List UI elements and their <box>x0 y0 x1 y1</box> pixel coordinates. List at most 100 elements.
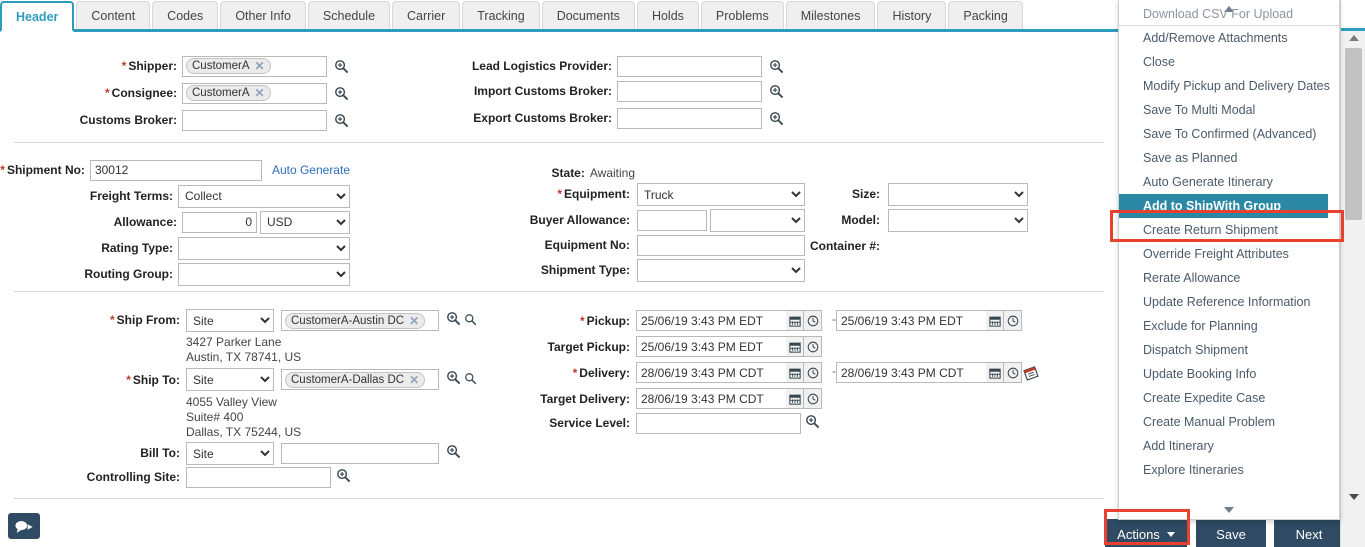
calendar-icon[interactable] <box>786 362 804 383</box>
menu-item-create-expedite-case[interactable]: Create Expedite Case <box>1119 386 1339 410</box>
allowance-currency-select[interactable]: USD <box>260 211 350 234</box>
buyer-allowance-input[interactable] <box>637 210 707 231</box>
allowance-input[interactable] <box>182 212 257 233</box>
menu-item-rerate-allowance[interactable]: Rerate Allowance <box>1119 266 1339 290</box>
shipper-input[interactable]: CustomerA✕ <box>182 56 327 77</box>
shipment-no-input[interactable] <box>90 160 262 181</box>
routing-group-select[interactable] <box>178 263 350 286</box>
export-customs-broker-search-icon[interactable] <box>768 110 785 127</box>
menu-item-auto-generate-itinerary[interactable]: Auto Generate Itinerary <box>1119 170 1339 194</box>
calendar-icon[interactable] <box>786 336 804 357</box>
size-select[interactable] <box>888 183 1028 206</box>
clock-icon[interactable] <box>1004 362 1022 383</box>
menu-item-create-manual-problem[interactable]: Create Manual Problem <box>1119 410 1339 434</box>
menu-item-add-to-shipwith-group[interactable]: Add to ShipWith Group <box>1119 194 1328 218</box>
menu-scroll-down-button[interactable] <box>1119 503 1339 517</box>
ship-from-input[interactable]: CustomerA-Austin DC✕ <box>281 310 439 331</box>
remove-token-icon[interactable]: ✕ <box>255 60 265 72</box>
delivery-to-input[interactable] <box>836 362 986 383</box>
equipment-no-input[interactable] <box>637 235 805 256</box>
pickup-to-input[interactable] <box>836 310 986 331</box>
menu-item-update-booking-info[interactable]: Update Booking Info <box>1119 362 1339 386</box>
menu-item-override-freight-attributes[interactable]: Override Freight Attributes <box>1119 242 1339 266</box>
date-note-icon[interactable] <box>1022 364 1040 382</box>
clock-icon[interactable] <box>804 336 822 357</box>
tab-header[interactable]: Header <box>0 1 74 32</box>
menu-item-save-to-multi-modal[interactable]: Save To Multi Modal <box>1119 98 1339 122</box>
clock-icon[interactable] <box>1004 310 1022 331</box>
rating-type-select[interactable] <box>178 237 350 260</box>
actions-button[interactable]: Actions <box>1105 519 1187 547</box>
equipment-select[interactable]: Truck <box>637 183 805 206</box>
tab-packing[interactable]: Packing <box>948 1 1022 29</box>
import-customs-broker-search-icon[interactable] <box>768 83 785 100</box>
calendar-icon[interactable] <box>986 310 1004 331</box>
delivery-from-input[interactable] <box>636 362 786 383</box>
customs-broker-search-icon[interactable] <box>333 112 350 129</box>
target-delivery-input[interactable] <box>636 388 786 409</box>
menu-item-add-itinerary[interactable]: Add Itinerary <box>1119 434 1339 458</box>
tab-codes[interactable]: Codes <box>152 1 218 29</box>
lead-logistics-provider-search-icon[interactable] <box>768 58 785 75</box>
remove-token-icon[interactable]: ✕ <box>409 315 419 327</box>
customs-broker-input[interactable] <box>182 110 327 131</box>
menu-item-create-return-shipment[interactable]: Create Return Shipment <box>1119 218 1339 242</box>
ship-to-token[interactable]: CustomerA-Dallas DC✕ <box>285 372 425 388</box>
tab-problems[interactable]: Problems <box>701 1 784 29</box>
shipper-search-icon[interactable] <box>333 58 350 75</box>
target-pickup-input[interactable] <box>636 336 786 357</box>
import-customs-broker-input[interactable] <box>617 81 762 102</box>
tab-milestones[interactable]: Milestones <box>786 1 876 29</box>
auto-generate-link[interactable]: Auto Generate <box>272 163 350 177</box>
remove-token-icon[interactable]: ✕ <box>255 87 265 99</box>
ship-to-type-select[interactable]: Site <box>186 368 274 391</box>
menu-item-download-csv-for-upload[interactable]: Download CSV For Upload <box>1119 2 1339 26</box>
menu-item-add-remove-attachments[interactable]: Add/Remove Attachments <box>1119 26 1339 50</box>
tab-tracking[interactable]: Tracking <box>462 1 539 29</box>
calendar-icon[interactable] <box>986 362 1004 383</box>
pickup-from-input[interactable] <box>636 310 786 331</box>
tab-other-info[interactable]: Other Info <box>220 1 306 29</box>
scrollbar-thumb[interactable] <box>1345 48 1362 220</box>
consignee-search-icon[interactable] <box>333 85 350 102</box>
ship-from-type-select[interactable]: Site <box>186 309 274 332</box>
shipper-token[interactable]: CustomerA✕ <box>186 58 271 74</box>
bill-to-type-select[interactable]: Site <box>186 442 274 465</box>
controlling-site-search-icon[interactable] <box>335 467 352 484</box>
calendar-icon[interactable] <box>786 310 804 331</box>
consignee-token[interactable]: CustomerA✕ <box>186 85 271 101</box>
bill-to-search-icon[interactable] <box>445 443 462 460</box>
comments-button[interactable] <box>8 513 40 539</box>
menu-item-explore-itineraries[interactable]: Explore Itineraries <box>1119 458 1339 482</box>
menu-item-modify-pickup-and-delivery-dates[interactable]: Modify Pickup and Delivery Dates <box>1119 74 1339 98</box>
freight-terms-select[interactable]: Collect <box>178 185 350 208</box>
tab-content[interactable]: Content <box>76 1 150 29</box>
shipment-type-select[interactable] <box>637 259 805 282</box>
scrollbar-down-arrow[interactable] <box>1341 487 1365 507</box>
export-customs-broker-input[interactable] <box>617 108 762 129</box>
clock-icon[interactable] <box>804 310 822 331</box>
remove-token-icon[interactable]: ✕ <box>409 374 419 386</box>
service-level-search-icon[interactable] <box>804 413 821 430</box>
clock-icon[interactable] <box>804 362 822 383</box>
menu-item-close[interactable]: Close <box>1119 50 1339 74</box>
ship-to-input[interactable]: CustomerA-Dallas DC✕ <box>281 369 439 390</box>
ship-from-token[interactable]: CustomerA-Austin DC✕ <box>285 313 425 329</box>
menu-item-save-as-planned[interactable]: Save as Planned <box>1119 146 1339 170</box>
scrollbar-up-arrow[interactable] <box>1341 28 1365 48</box>
save-button[interactable]: Save <box>1196 519 1266 547</box>
clock-icon[interactable] <box>804 388 822 409</box>
tab-documents[interactable]: Documents <box>542 1 635 29</box>
bill-to-input[interactable] <box>281 443 439 464</box>
menu-item-save-to-confirmed-advanced[interactable]: Save To Confirmed (Advanced) <box>1119 122 1339 146</box>
next-button[interactable]: Next <box>1274 519 1344 547</box>
controlling-site-input[interactable] <box>186 467 331 488</box>
consignee-input[interactable]: CustomerA✕ <box>182 83 327 104</box>
tab-carrier[interactable]: Carrier <box>392 1 460 29</box>
menu-item-dispatch-shipment[interactable]: Dispatch Shipment <box>1119 338 1339 362</box>
menu-item-update-reference-information[interactable]: Update Reference Information <box>1119 290 1339 314</box>
tab-history[interactable]: History <box>877 1 946 29</box>
calendar-icon[interactable] <box>786 388 804 409</box>
menu-item-exclude-for-planning[interactable]: Exclude for Planning <box>1119 314 1339 338</box>
service-level-input[interactable] <box>636 413 801 434</box>
